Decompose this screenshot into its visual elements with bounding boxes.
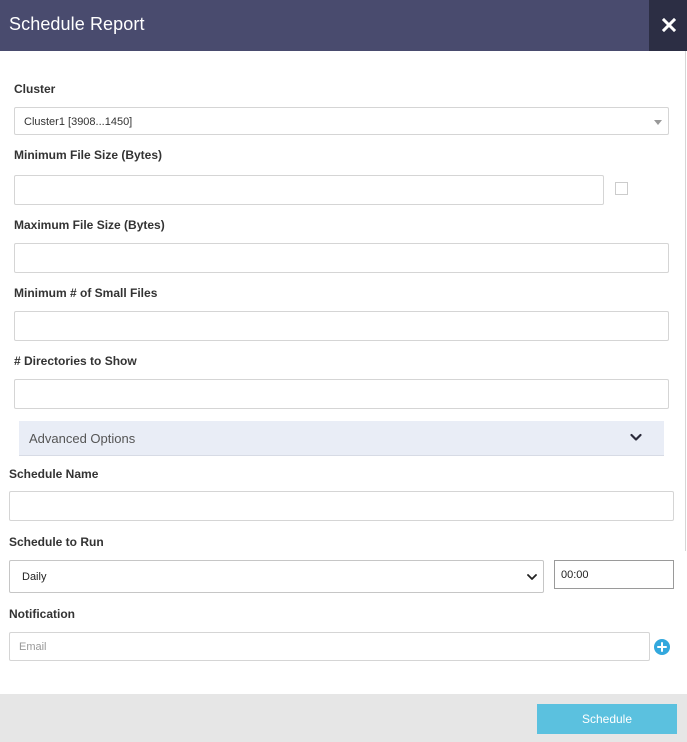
dirs-to-show-label: # Directories to Show — [14, 354, 137, 368]
schedule-name-input[interactable] — [9, 491, 674, 521]
caret-down-icon — [654, 120, 662, 125]
time-input-value: 00:00 — [561, 569, 589, 581]
advanced-options-label: Advanced Options — [29, 431, 136, 446]
schedule-to-run-label: Schedule to Run — [9, 535, 104, 549]
min-small-files-label: Minimum # of Small Files — [14, 286, 158, 300]
panel-edge — [685, 51, 686, 551]
schedule-name-label: Schedule Name — [9, 467, 99, 481]
min-file-size-label: Minimum File Size (Bytes) — [14, 148, 163, 162]
cluster-select[interactable]: Cluster1 [3908...1450] — [14, 107, 669, 135]
min-file-size-checkbox[interactable] — [615, 182, 628, 195]
time-input[interactable]: 00:00 — [554, 560, 674, 589]
cluster-select-value: Cluster1 [3908...1450] — [24, 116, 133, 128]
schedule-button[interactable]: Schedule — [537, 704, 677, 734]
dirs-to-show-input[interactable] — [14, 379, 669, 409]
email-input[interactable]: Email — [9, 632, 650, 661]
plus-circle-icon — [657, 642, 667, 652]
close-icon — [662, 18, 676, 32]
add-email-button[interactable] — [654, 639, 670, 655]
chevron-down-icon — [527, 574, 537, 580]
chevron-down-icon — [630, 433, 642, 441]
dialog-header: Schedule Report — [0, 0, 687, 51]
close-button[interactable] — [649, 0, 687, 51]
cluster-label: Cluster — [14, 82, 56, 96]
dialog-title: Schedule Report — [9, 14, 145, 34]
max-file-size-label: Maximum File Size (Bytes) — [14, 218, 165, 232]
max-file-size-input[interactable] — [14, 243, 669, 273]
email-placeholder: Email — [19, 641, 47, 653]
min-small-files-input[interactable] — [14, 311, 669, 341]
min-file-size-input[interactable] — [14, 175, 604, 205]
frequency-select[interactable]: Daily — [9, 560, 544, 593]
advanced-options-toggle[interactable]: Advanced Options — [19, 421, 664, 456]
notification-label: Notification — [9, 607, 75, 621]
frequency-select-value: Daily — [22, 571, 47, 583]
